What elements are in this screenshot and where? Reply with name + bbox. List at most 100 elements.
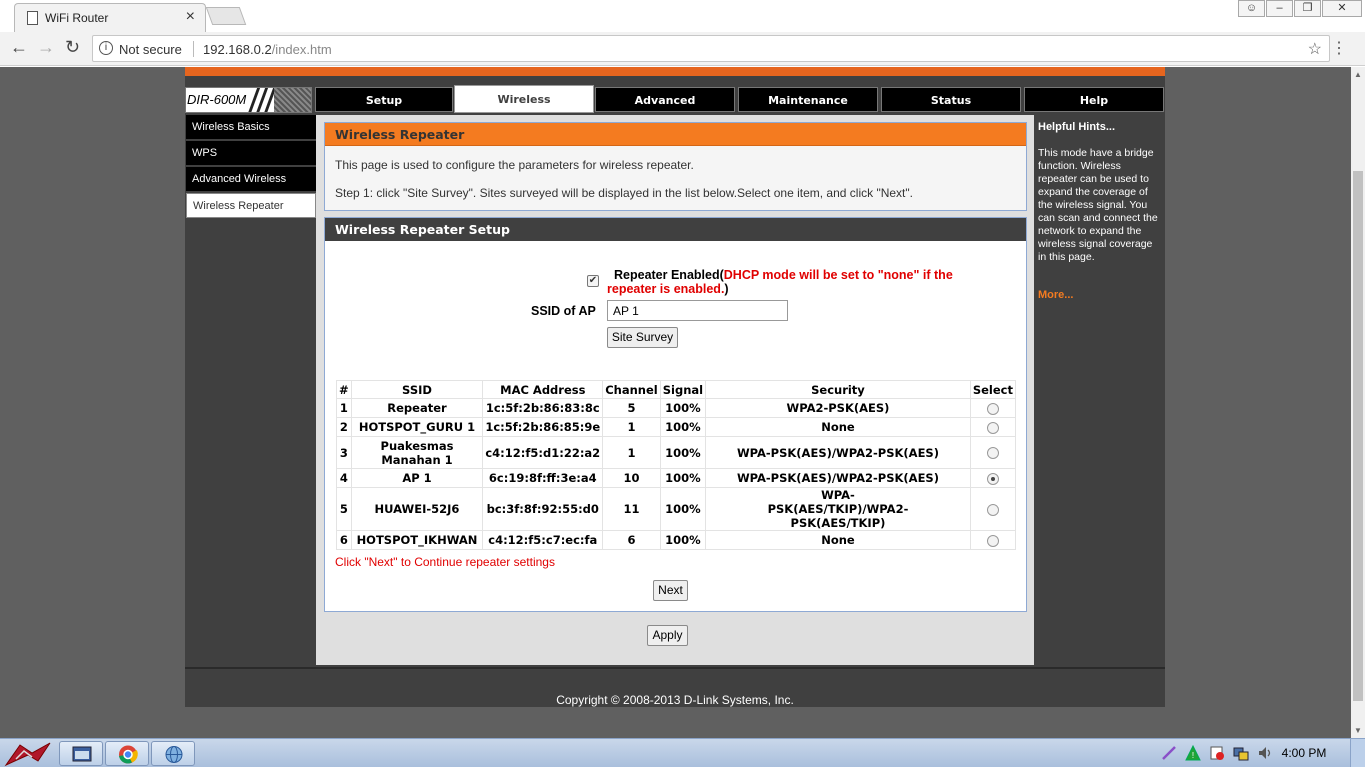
table-row[interactable]: 4 AP 1 6c:19:8f:ff:3e:a4 10 100% WPA-PSK… [336,468,1017,488]
system-clock[interactable]: 4:00 PM [1280,746,1328,760]
restore-button[interactable]: ❐ [1294,0,1321,17]
row-signal: 100% [659,417,707,437]
new-tab-button[interactable] [205,7,247,25]
row-channel: 1 [602,436,661,469]
row-channel: 1 [602,417,661,437]
url-path: /index.htm [271,42,332,57]
copyright-footer: Copyright © 2008-2013 D-Link Systems, In… [185,667,1165,707]
reload-icon[interactable]: ↻ [65,37,80,58]
sidebar: Wireless Basics WPS Advanced Wireless Wi… [185,115,316,665]
chrome-icon [119,745,138,764]
tab-setup[interactable]: Setup [315,87,453,112]
forward-icon[interactable]: → [37,37,55,58]
select-radio-selected[interactable] [986,472,999,485]
row-channel: 10 [602,468,661,488]
table-row[interactable]: 6 HOTSPOT_IKHWAN c4:12:f5:c7:ec:fa 6 100… [336,530,1017,550]
bookmark-star-icon[interactable]: ☆ [1308,39,1322,59]
sidebar-item-wireless-basics[interactable]: Wireless Basics [186,115,316,140]
row-num: 3 [336,436,352,469]
close-tab-icon[interactable]: × [186,8,195,26]
brand-stripe [185,67,1165,76]
url-host: 192.168.0.2 [203,42,272,57]
row-ssid: HOTSPOT_IKHWAN [350,530,484,550]
repeater-enabled-label: Repeater Enabled(DHCP mode will be set t… [614,268,953,282]
row-channel: 5 [602,398,661,418]
network-tray-icon[interactable] [1233,745,1249,761]
hints-title: Helpful Hints... [1038,121,1115,133]
sidebar-item-wps[interactable]: WPS [186,141,316,166]
table-row[interactable]: 1 Repeater 1c:5f:2b:86:83:8c 5 100% WPA2… [336,398,1017,418]
action-center-tray-icon[interactable] [1209,745,1225,761]
ssid-input[interactable] [607,300,788,321]
dhcp-warning-line-2: repeater is enabled.) [607,282,729,296]
tab-advanced[interactable]: Advanced [595,87,735,112]
back-icon[interactable]: ← [10,37,28,58]
intro-title: Wireless Repeater [325,123,1026,146]
row-signal: 100% [659,436,707,469]
model-logo: DIR-600M [185,87,312,113]
table-header-row: # SSID MAC Address Channel Signal Securi… [336,380,1017,399]
network-taskbar-icon[interactable] [151,741,195,766]
url-text[interactable]: 192.168.0.2/index.htm [203,42,332,57]
minimize-button[interactable]: – [1266,0,1293,17]
select-radio[interactable] [986,421,999,434]
start-button-icon[interactable] [2,739,56,767]
divider [193,41,194,57]
row-mac: 1c:5f:2b:86:83:8c [482,398,604,418]
setup-panel: Wireless Repeater Setup ✔ Repeater Enabl… [324,217,1027,612]
select-radio[interactable] [986,402,999,415]
row-signal: 100% [659,468,707,488]
table-row[interactable]: 5 HUAWEI-52J6 bc:3f:8f:92:55:d0 11 100% … [336,487,1017,531]
info-icon[interactable]: i [99,41,113,55]
vertical-scrollbar[interactable]: ▲ ▼ [1351,67,1365,738]
browser-tab[interactable]: WiFi Router × [14,3,206,32]
volume-tray-icon[interactable] [1257,745,1273,761]
row-mac: 6c:19:8f:ff:3e:a4 [482,468,604,488]
sidebar-item-advanced-wireless[interactable]: Advanced Wireless [186,167,316,192]
show-desktop-button[interactable] [1350,739,1365,767]
col-signal: Signal [659,380,707,399]
select-radio[interactable] [986,534,999,547]
menu-kebab-icon[interactable]: ⋮ [1331,38,1347,58]
address-bar[interactable]: i Not secure 192.168.0.2/index.htm ☆ [92,35,1330,62]
col-mac: MAC Address [482,380,604,399]
security-status[interactable]: Not secure [119,42,182,57]
table-row[interactable]: 2 HOTSPOT_GURU 1 1c:5f:2b:86:85:9e 1 100… [336,417,1017,437]
row-ssid: AP 1 [350,468,484,488]
next-button[interactable]: Next [653,580,688,601]
close-window-button[interactable]: ✕ [1322,0,1362,17]
site-survey-button[interactable]: Site Survey [607,327,678,348]
address-toolbar: ← → ↻ i Not secure 192.168.0.2/index.htm… [0,32,1365,66]
tab-wireless[interactable]: Wireless [454,85,594,113]
row-num: 6 [336,530,352,550]
row-num: 5 [336,487,352,531]
row-signal: 100% [659,530,707,550]
tab-help[interactable]: Help [1024,87,1164,112]
more-link[interactable]: More... [1038,289,1073,301]
row-select [969,530,1017,550]
row-ssid: HUAWEI-52J6 [350,487,484,531]
user-icon[interactable]: ☺ [1238,0,1265,17]
chrome-taskbar-icon[interactable] [105,741,149,766]
select-radio[interactable] [986,503,999,516]
explorer-taskbar-icon[interactable] [59,741,103,766]
row-mac: c4:12:f5:d1:22:a2 [482,436,604,469]
pen-tray-icon[interactable] [1161,745,1177,761]
sidebar-item-wireless-repeater[interactable]: Wireless Repeater [186,193,316,218]
repeater-enabled-checkbox[interactable]: ✔ [587,275,599,287]
browser-tab-strip: WiFi Router × ☺ – ❐ ✕ [0,0,1365,32]
warning-tray-icon[interactable]: ! [1185,745,1201,761]
apply-button[interactable]: Apply [647,625,688,646]
scroll-thumb[interactable] [1353,171,1363,701]
tab-status[interactable]: Status [881,87,1021,112]
table-row[interactable]: 3 Puakesmas Manahan 1 c4:12:f5:d1:22:a2 … [336,436,1017,469]
row-channel: 6 [602,530,661,550]
model-name: DIR-600M [187,92,247,107]
tab-maintenance[interactable]: Maintenance [738,87,878,112]
row-ssid: HOTSPOT_GURU 1 [350,417,484,437]
scroll-up-icon[interactable]: ▲ [1354,70,1362,79]
scroll-down-icon[interactable]: ▼ [1354,726,1362,735]
col-channel: Channel [602,380,661,399]
select-radio[interactable] [986,447,999,459]
dhcp-warning-2: repeater is enabled. [607,282,725,296]
